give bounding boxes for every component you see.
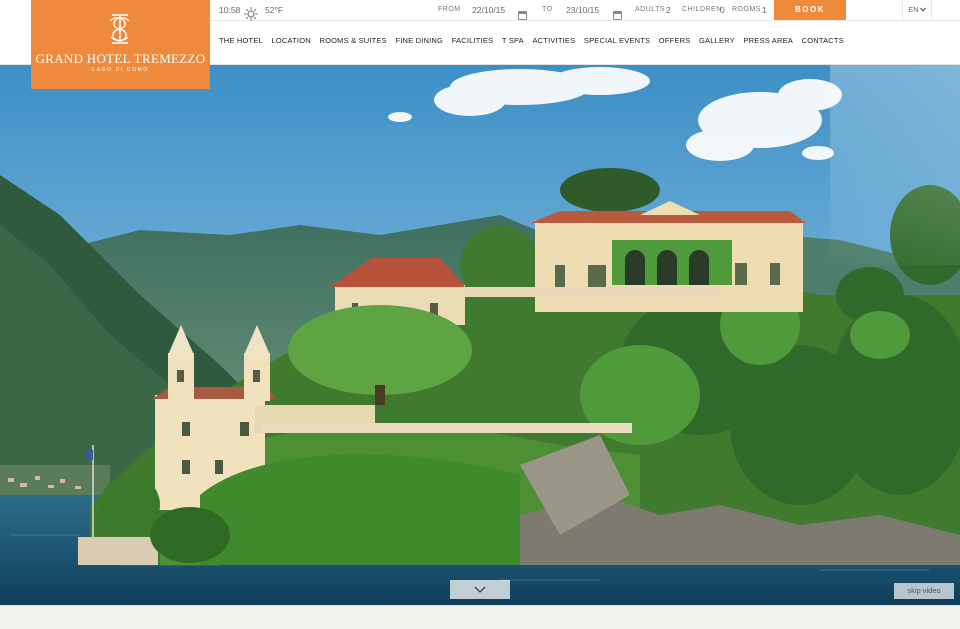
nav-item-location[interactable]: LOCATION [271, 36, 310, 45]
to-date-field[interactable]: 23/10/15 [566, 0, 599, 20]
chevron-down-icon [474, 586, 486, 593]
adults-label: ADULTS [635, 6, 666, 13]
children-count[interactable]: 0 [720, 0, 725, 20]
scroll-down-button[interactable] [450, 580, 510, 599]
hotel-name: GRAND HOTEL TREMEZZO [35, 51, 206, 66]
hotel-logo[interactable]: GRAND HOTEL TREMEZZO LAGO DI COMO [31, 0, 210, 89]
main-nav: THE HOTEL LOCATION ROOMS & SUITES FINE D… [219, 36, 853, 45]
nav-item-the-hotel[interactable]: THE HOTEL [219, 36, 263, 45]
light-glare [830, 65, 960, 265]
nav-item-facilities[interactable]: FACILITIES [452, 36, 494, 45]
nav-item-activities[interactable]: ACTIVITIES [532, 36, 575, 45]
nav-item-press-area[interactable]: PRESS AREA [743, 36, 793, 45]
rooms-label: ROOMS [732, 6, 761, 13]
nav-item-gallery[interactable]: GALLERY [699, 36, 735, 45]
from-date-field[interactable]: 22/10/15 [472, 0, 505, 20]
hero-video [0, 65, 960, 605]
language-selector[interactable]: EN [902, 0, 932, 20]
page-footer-strip [0, 605, 960, 629]
nav-item-t-spa[interactable]: T SPA [502, 36, 524, 45]
nav-item-offers[interactable]: OFFERS [659, 36, 691, 45]
nav-item-contacts[interactable]: CONTACTS [802, 36, 844, 45]
hotel-location: LAGO DI COMO [92, 67, 149, 73]
calendar-icon[interactable] [613, 5, 622, 21]
temperature: 52°F [265, 5, 284, 15]
hero-image [0, 65, 960, 605]
chevron-down-icon [919, 0, 926, 20]
rooms-count[interactable]: 1 [762, 0, 767, 20]
language-label: EN [908, 5, 919, 14]
nav-item-rooms-suites[interactable]: ROOMS & SUITES [319, 36, 386, 45]
book-button[interactable]: BOOK [774, 0, 846, 20]
skip-video-button[interactable]: skip video [894, 583, 954, 599]
current-time: 10:58 [219, 5, 241, 15]
to-label: TO [542, 6, 553, 13]
top-bar: 10:58 52°F FROM 22/10/15 TO 23/10/15 ADU… [210, 0, 960, 21]
sun-icon [244, 3, 258, 21]
adults-count[interactable]: 2 [666, 0, 671, 20]
monogram-logo [109, 14, 130, 44]
from-label: FROM [438, 6, 461, 13]
nav-item-fine-dining[interactable]: FINE DINING [395, 36, 443, 45]
children-label: CHILDREN [682, 6, 722, 13]
calendar-icon[interactable] [518, 5, 527, 21]
nav-item-special-events[interactable]: SPECIAL EVENTS [584, 36, 650, 45]
